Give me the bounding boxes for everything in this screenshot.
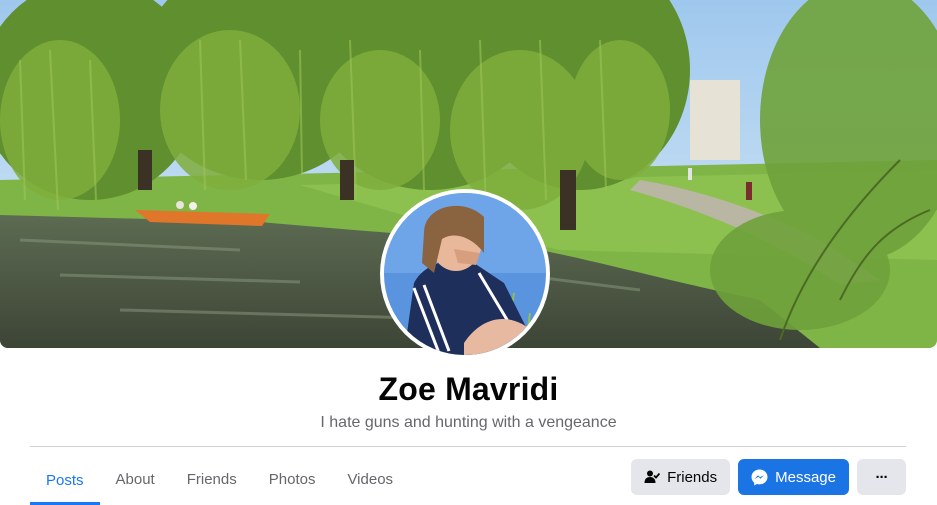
friend-check-icon — [644, 469, 661, 485]
message-button[interactable]: Message — [738, 459, 849, 495]
friends-button-label: Friends — [667, 468, 718, 486]
tab-about[interactable]: About — [100, 456, 171, 503]
profile-bio: I hate guns and hunting with a vengeance — [320, 414, 617, 431]
profile-tabs: Posts About Friends Photos Videos — [30, 456, 409, 505]
tab-videos[interactable]: Videos — [331, 456, 409, 503]
profile-name: Zoe Mavridi — [378, 371, 559, 407]
divider — [30, 446, 906, 447]
message-button-label: Message — [775, 468, 836, 486]
tab-friends[interactable]: Friends — [171, 456, 253, 503]
more-options-button[interactable]: ··· — [857, 459, 906, 495]
messenger-icon — [751, 469, 768, 486]
tab-photos[interactable]: Photos — [253, 456, 332, 503]
tab-posts[interactable]: Posts — [30, 456, 100, 505]
more-dots-icon: ··· — [875, 468, 889, 486]
profile-picture[interactable] — [380, 189, 550, 359]
friends-button[interactable]: Friends — [631, 459, 731, 495]
profile-actions: Friends Message ··· — [631, 459, 906, 495]
